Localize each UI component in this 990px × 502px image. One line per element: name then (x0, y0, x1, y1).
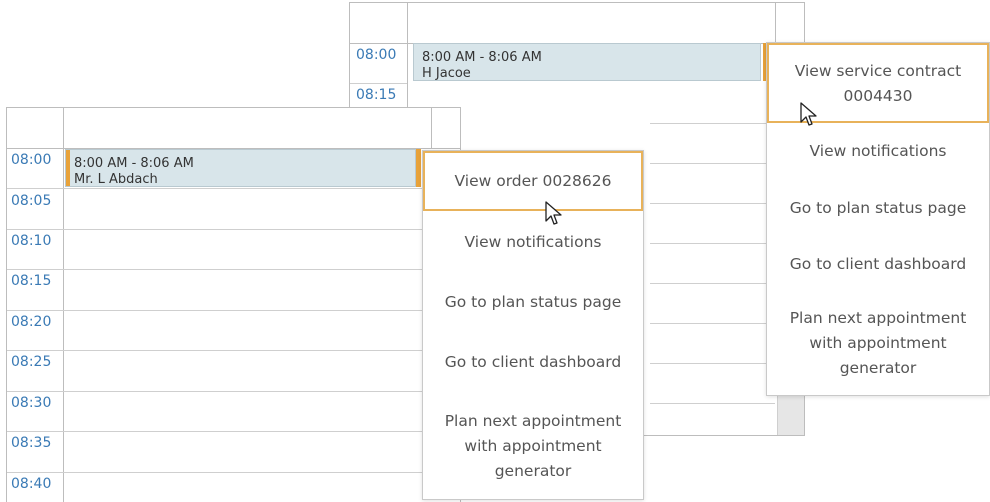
time-label: 08:35 (11, 435, 52, 451)
back-calendar-header (350, 3, 804, 44)
time-label: 08:00 (356, 47, 397, 63)
time-label: 08:25 (11, 354, 52, 370)
menu-item-view-notifications[interactable]: View notifications (767, 139, 989, 164)
time-label: 08:20 (11, 314, 52, 330)
menu-item-view-notifications[interactable]: View notifications (423, 230, 643, 255)
mouse-cursor-icon (545, 201, 562, 225)
front-context-menu: View order 0028626 View notifications Go… (422, 150, 644, 500)
mouse-cursor-icon (800, 102, 817, 126)
event-client-name: Mr. L Abdach (74, 172, 158, 187)
back-context-menu: View service contract 0004430 View notif… (766, 42, 990, 396)
time-label: 08:30 (11, 395, 52, 411)
event-time-range: 8:00 AM - 8:06 AM (422, 50, 542, 65)
appointment-event[interactable]: 8:00 AM - 8:06 AM H Jacoe (413, 43, 761, 81)
event-time-range: 8:00 AM - 8:06 AM (74, 156, 194, 171)
time-label: 08:10 (11, 233, 52, 249)
time-label: 08:05 (11, 193, 52, 209)
front-calendar-header (7, 108, 460, 149)
menu-item-view-order[interactable]: View order 0028626 (423, 151, 643, 211)
menu-item-plan-next-appointment[interactable]: Plan next appointment with appointment g… (423, 409, 643, 484)
time-label: 08:40 (11, 476, 52, 492)
time-label: 08:00 (11, 152, 52, 168)
time-label: 08:15 (11, 273, 52, 289)
time-label: 08:15 (356, 87, 397, 103)
scrollbar[interactable] (777, 393, 804, 435)
menu-item-plan-status-page[interactable]: Go to plan status page (423, 290, 643, 315)
appointment-event[interactable]: 8:00 AM - 8:06 AM Mr. L Abdach (65, 149, 416, 187)
menu-item-client-dashboard[interactable]: Go to client dashboard (423, 350, 643, 375)
menu-item-client-dashboard[interactable]: Go to client dashboard (767, 252, 989, 277)
menu-item-plan-next-appointment[interactable]: Plan next appointment with appointment g… (767, 306, 989, 381)
front-calendar: 08:00 08:05 08:10 08:15 08:20 08:25 08:3… (6, 107, 461, 502)
event-client-name: H Jacoe (422, 66, 471, 81)
menu-item-plan-status-page[interactable]: Go to plan status page (767, 196, 989, 221)
